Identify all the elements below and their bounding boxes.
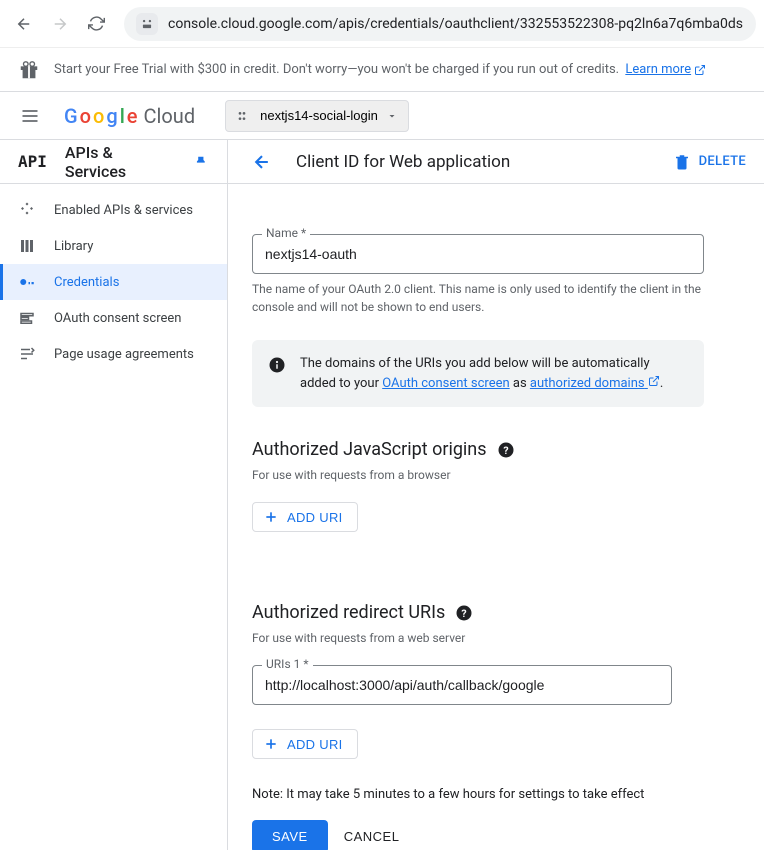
help-icon[interactable]: ? <box>455 604 473 622</box>
external-link-icon <box>694 64 706 76</box>
js-origins-title: Authorized JavaScript origins ? <box>252 439 704 460</box>
sidebar: API APIs & Services Enabled APIs & servi… <box>0 140 228 850</box>
api-mono-label: API <box>18 152 47 171</box>
url-bar[interactable]: console.cloud.google.com/apis/credential… <box>124 7 756 41</box>
plus-icon <box>263 736 279 752</box>
name-help-text: The name of your OAuth 2.0 client. This … <box>252 280 704 316</box>
oauth-consent-link[interactable]: OAuth consent screen <box>382 376 509 391</box>
trial-learn-more-link[interactable]: Learn more <box>625 62 706 77</box>
trial-banner: Start your Free Trial with $300 in credi… <box>0 48 764 92</box>
info-icon <box>268 356 286 374</box>
enabled-apis-icon <box>18 201 36 219</box>
pin-icon[interactable] <box>193 154 209 170</box>
delete-button[interactable]: DELETE <box>673 153 746 171</box>
app-header: Google Cloud nextjs14-social-login <box>0 92 764 140</box>
info-box: The domains of the URIs you add below wi… <box>252 340 704 407</box>
plus-icon <box>263 509 279 525</box>
redirect-uris-title: Authorized redirect URIs ? <box>252 602 704 623</box>
sidebar-item-page-usage[interactable]: Page usage agreements <box>0 336 227 372</box>
library-icon <box>18 237 36 255</box>
trash-icon <box>673 153 691 171</box>
back-arrow-button[interactable] <box>246 146 278 178</box>
name-label: Name * <box>262 226 310 240</box>
browser-chrome: console.cloud.google.com/apis/credential… <box>0 0 764 48</box>
credentials-icon <box>18 273 36 291</box>
sidebar-item-enabled-apis[interactable]: Enabled APIs & services <box>0 192 227 228</box>
add-uri-button-js[interactable]: ADD URI <box>252 502 358 532</box>
authorized-domains-link[interactable]: authorized domains <box>530 376 660 391</box>
page-title: Client ID for Web application <box>296 152 510 172</box>
oauth-consent-icon <box>18 309 36 327</box>
gift-icon <box>18 59 40 81</box>
project-picker[interactable]: nextjs14-social-login <box>225 100 409 132</box>
sidebar-item-credentials[interactable]: Credentials <box>0 264 227 300</box>
site-info-icon[interactable] <box>136 13 158 35</box>
cancel-button[interactable]: CANCEL <box>344 829 400 844</box>
sidebar-header: API APIs & Services <box>0 140 227 184</box>
hamburger-menu[interactable] <box>10 96 50 136</box>
help-icon[interactable]: ? <box>497 441 515 459</box>
page-usage-icon <box>18 345 36 363</box>
sidebar-item-oauth-consent[interactable]: OAuth consent screen <box>0 300 227 336</box>
external-link-icon <box>648 375 660 387</box>
url-text: console.cloud.google.com/apis/credential… <box>168 16 744 32</box>
back-button[interactable] <box>8 8 40 40</box>
save-button[interactable]: SAVE <box>252 820 328 850</box>
uri1-input[interactable] <box>252 665 672 705</box>
content-area: Client ID for Web application DELETE Nam… <box>228 140 764 850</box>
svg-text:?: ? <box>462 606 467 619</box>
forward-button[interactable] <box>44 8 76 40</box>
project-icon <box>236 108 252 124</box>
sidebar-title: APIs & Services <box>65 143 175 181</box>
redirect-uris-sub: For use with requests from a web server <box>252 631 704 645</box>
sidebar-item-library[interactable]: Library <box>0 228 227 264</box>
chevron-down-icon <box>386 110 398 122</box>
uri1-label: URIs 1 * <box>262 657 313 671</box>
note-text: Note: It may take 5 minutes to a few hou… <box>252 787 704 802</box>
js-origins-sub: For use with requests from a browser <box>252 468 704 482</box>
google-cloud-logo[interactable]: Google Cloud <box>64 104 195 128</box>
trial-text: Start your Free Trial with $300 in credi… <box>54 62 619 77</box>
add-uri-button-redirect[interactable]: ADD URI <box>252 729 358 759</box>
svg-text:?: ? <box>503 443 508 456</box>
content-header: Client ID for Web application DELETE <box>228 140 764 184</box>
reload-button[interactable] <box>80 8 112 40</box>
name-input[interactable] <box>252 234 704 274</box>
